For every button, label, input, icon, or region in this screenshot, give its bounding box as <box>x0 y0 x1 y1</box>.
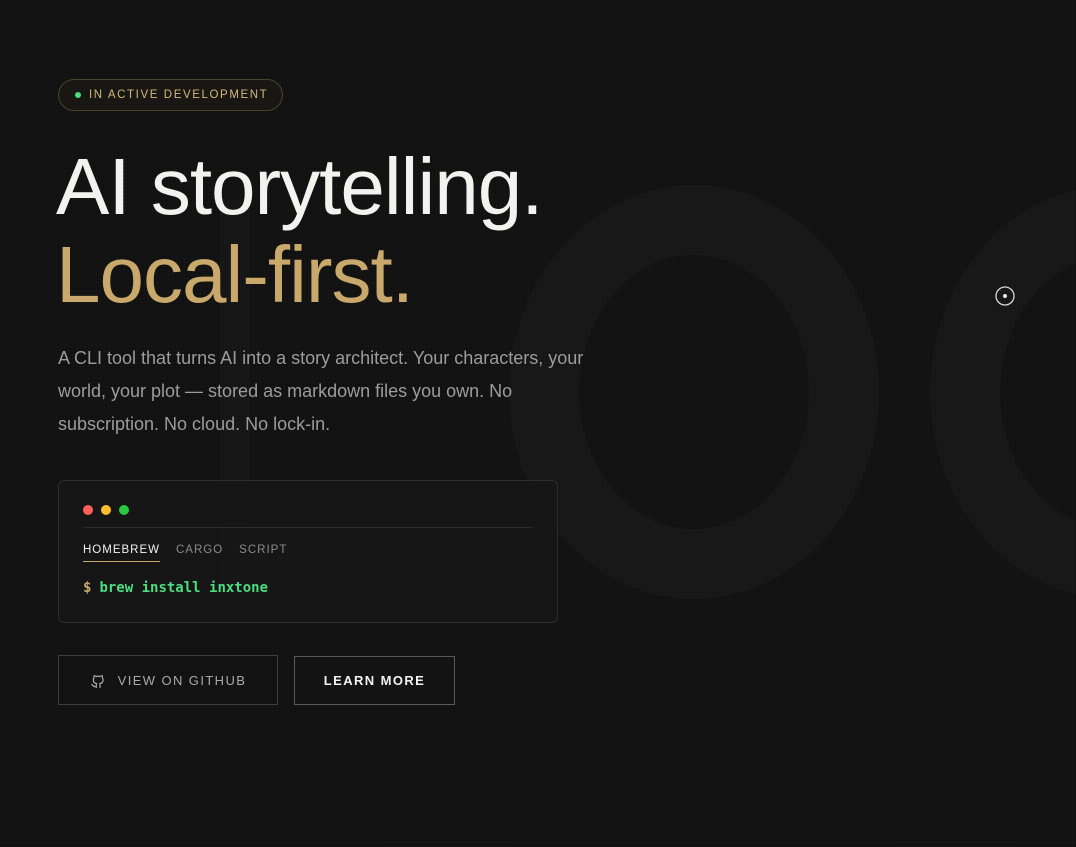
headline-line-2: Local-first. <box>56 230 414 319</box>
github-button-label: VIEW ON GITHUB <box>117 672 247 688</box>
command-text: brew install inxtone <box>99 580 269 596</box>
github-icon <box>90 675 104 688</box>
status-badge: IN ACTIVE DEVELOPMENT <box>58 79 283 111</box>
hero-description: A CLI tool that turns AI into a story ar… <box>58 348 584 434</box>
window-controls <box>83 505 129 515</box>
status-badge-label: IN ACTIVE DEVELOPMENT <box>89 89 269 101</box>
learn-more-label: LEARN MORE <box>323 673 426 688</box>
headline-line-1: AI storytelling. <box>56 142 543 231</box>
terminal-divider <box>83 527 533 528</box>
install-terminal: HOMEBREW CARGO SCRIPT $ brew install inxt… <box>58 480 558 623</box>
tab-script[interactable]: SCRIPT <box>239 544 287 562</box>
hero-headline: AI storytelling. Local-first. <box>56 142 543 319</box>
view-on-github-button[interactable]: VIEW ON GITHUB <box>58 655 278 705</box>
command-prompt: $ <box>83 580 92 596</box>
install-command[interactable]: $ brew install inxtone <box>83 580 268 596</box>
minimize-dot <box>101 505 111 515</box>
close-dot <box>83 505 93 515</box>
target-icon[interactable] <box>995 286 1015 306</box>
tab-cargo[interactable]: CARGO <box>176 544 223 562</box>
landing-page: IN ACTIVE DEVELOPMENT AI storytelling. L… <box>0 0 1076 847</box>
status-dot <box>75 92 81 98</box>
install-tabs: HOMEBREW CARGO SCRIPT <box>83 544 287 562</box>
learn-more-button[interactable]: LEARN MORE <box>294 656 455 705</box>
maximize-dot <box>119 505 129 515</box>
tab-homebrew[interactable]: HOMEBREW <box>83 544 160 562</box>
